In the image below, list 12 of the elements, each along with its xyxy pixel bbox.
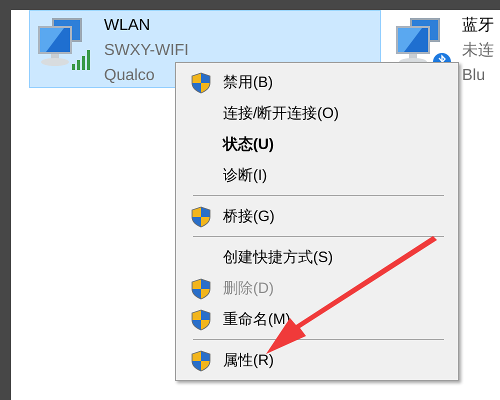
menu-item[interactable]: 属性(R) <box>178 345 456 376</box>
menu-item[interactable]: 连接/断开连接(O) <box>178 98 456 129</box>
adapter-name: 蓝牙 <box>462 16 494 36</box>
network-status: 未连 <box>462 40 494 61</box>
network-status: SWXY-WIFI <box>104 41 189 61</box>
menu-item[interactable]: 创建快捷方式(S) <box>178 242 456 273</box>
menu-item[interactable]: 诊断(I) <box>178 160 456 191</box>
menu-item[interactable]: 桥接(G) <box>178 201 456 232</box>
device-name: Blu <box>462 66 486 86</box>
adapter-name: WLAN <box>104 16 152 36</box>
device-name: Qualco <box>104 66 156 86</box>
menu-item[interactable]: 状态(U) <box>178 129 456 160</box>
